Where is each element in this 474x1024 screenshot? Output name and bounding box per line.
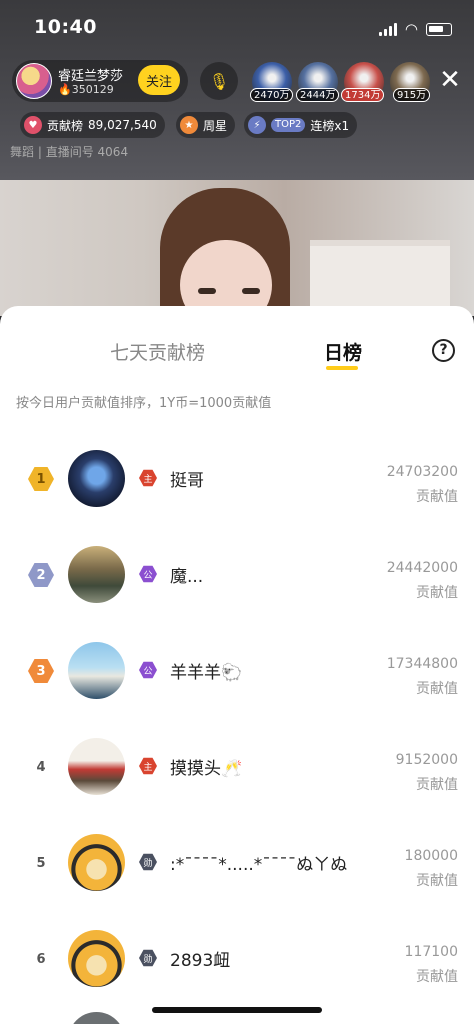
viewer-badge: 915万 (393, 88, 431, 102)
status-time: 10:40 (34, 16, 97, 38)
rank-medal-bronze: 3 (28, 659, 54, 683)
user-name: 挺哥 (170, 471, 204, 491)
ranking-row[interactable]: 3 公 羊羊羊🐑 17344800 贡献值 (0, 620, 474, 716)
score-label: 贡献值 (416, 873, 458, 889)
score-label: 贡献值 (416, 969, 458, 985)
rank-number: 6 (36, 951, 46, 967)
week-star-label: 周星 (203, 118, 228, 133)
avatar[interactable] (68, 1012, 125, 1024)
role-badge: 主 (139, 757, 157, 775)
score-value: 9152000 (395, 752, 458, 768)
battery-icon (426, 22, 452, 36)
eye-left (198, 288, 216, 294)
host-fans: 🔥350129 (58, 83, 114, 96)
avatar[interactable] (68, 930, 125, 987)
score-value: 24703200 (386, 464, 458, 480)
week-star-pill[interactable]: ★ 周星 (176, 112, 236, 138)
avatar[interactable] (68, 834, 125, 891)
viewer-badge: 1734万 (341, 88, 385, 102)
user-name: 魔... (170, 567, 204, 587)
score-value: 17344800 (386, 656, 458, 672)
background-shelf (310, 240, 450, 316)
flame-icon: 🔥 (58, 83, 72, 96)
help-icon[interactable]: ? (432, 339, 455, 362)
star-icon: ★ (180, 116, 198, 134)
ranking-row[interactable]: 1 主 挺哥 24703200 贡献值 (0, 428, 474, 524)
wifi-icon: ◠ (404, 20, 418, 38)
score-value: 24442000 (386, 560, 458, 576)
score-label: 贡献值 (416, 777, 458, 793)
rank-number: 5 (36, 855, 46, 871)
role-badge: 勋 (139, 853, 157, 871)
user-name: 摸摸头🥂 (170, 759, 243, 779)
user-name: 羊羊羊🐑 (170, 663, 243, 683)
live-header: 10:40 ◠ 睿廷兰梦莎 🔥350129 关注 🎙 2470万 2444万 1… (0, 0, 474, 180)
home-indicator[interactable] (152, 1007, 322, 1013)
user-name: :*¯¯¯¯*.....*¯¯¯¯ぬㄚぬ (170, 855, 348, 875)
user-name: 2893衄 (170, 951, 231, 971)
viewer-badge: 2470万 (250, 88, 294, 102)
avatar[interactable] (68, 642, 125, 699)
tab-daily[interactable]: 日榜 (324, 338, 362, 365)
signal-icon (378, 22, 397, 36)
contribution-pill[interactable]: ♥ 贡献榜 89,027,540 (20, 112, 165, 138)
top2-tag: TOP2 (271, 118, 306, 132)
status-bar: 10:40 ◠ (0, 0, 474, 56)
role-badge: 公 (139, 565, 157, 583)
link-rank-label: 连榜x1 (310, 118, 350, 133)
rank-medal-gold: 1 (28, 467, 54, 491)
lightning-icon: ⚡ (248, 116, 266, 134)
tab-active-indicator (326, 366, 358, 370)
ranking-row[interactable]: 4 主 摸摸头🥂 9152000 贡献值 (0, 716, 474, 812)
follow-button[interactable]: 关注 (138, 65, 180, 95)
role-badge: 主 (139, 469, 157, 487)
ranking-row[interactable]: 5 勋 :*¯¯¯¯*.....*¯¯¯¯ぬㄚぬ 180000 贡献值 (0, 812, 474, 908)
status-icons: ◠ (378, 20, 452, 38)
room-info: 舞蹈 | 直播间号 4064 (10, 145, 129, 159)
close-icon[interactable]: ✕ (436, 66, 464, 94)
rank-medal-silver: 2 (28, 563, 54, 587)
score-label: 贡献值 (416, 681, 458, 697)
tab-seven-days[interactable]: 七天贡献榜 (110, 338, 205, 365)
contrib-label: 贡献榜 (47, 118, 84, 133)
rank-number: 4 (36, 759, 46, 775)
ranking-row[interactable]: 2 公 魔... 24442000 贡献值 (0, 524, 474, 620)
contribution-sheet: 七天贡献榜 日榜 ? 按今日用户贡献值排序，1Y币=1000贡献值 1 主 挺哥… (0, 306, 474, 1024)
avatar[interactable] (68, 450, 125, 507)
host-avatar[interactable] (16, 63, 52, 99)
avatar[interactable] (68, 546, 125, 603)
role-badge: 勋 (139, 949, 157, 967)
heart-icon: ♥ (24, 116, 42, 134)
ranking-row[interactable]: 6 勋 2893衄 117100 贡献值 (0, 908, 474, 1004)
live-video[interactable] (0, 180, 474, 316)
score-label: 贡献值 (416, 585, 458, 601)
mic-link-button[interactable]: 🎙 (200, 62, 238, 100)
viewer-badge: 2444万 (296, 88, 340, 102)
ranking-rule: 按今日用户贡献值排序，1Y币=1000贡献值 (16, 396, 272, 411)
score-label: 贡献值 (416, 489, 458, 505)
mic-icon: 🎙 (208, 71, 230, 91)
host-name: 睿廷兰梦莎 (58, 69, 124, 84)
eye-right (242, 288, 260, 294)
score-value: 180000 (404, 848, 458, 864)
contrib-value: 89,027,540 (88, 118, 157, 132)
avatar[interactable] (68, 738, 125, 795)
link-rank-pill[interactable]: ⚡ TOP2 连榜x1 (244, 112, 358, 138)
score-value: 117100 (404, 944, 458, 960)
role-badge: 公 (139, 661, 157, 679)
